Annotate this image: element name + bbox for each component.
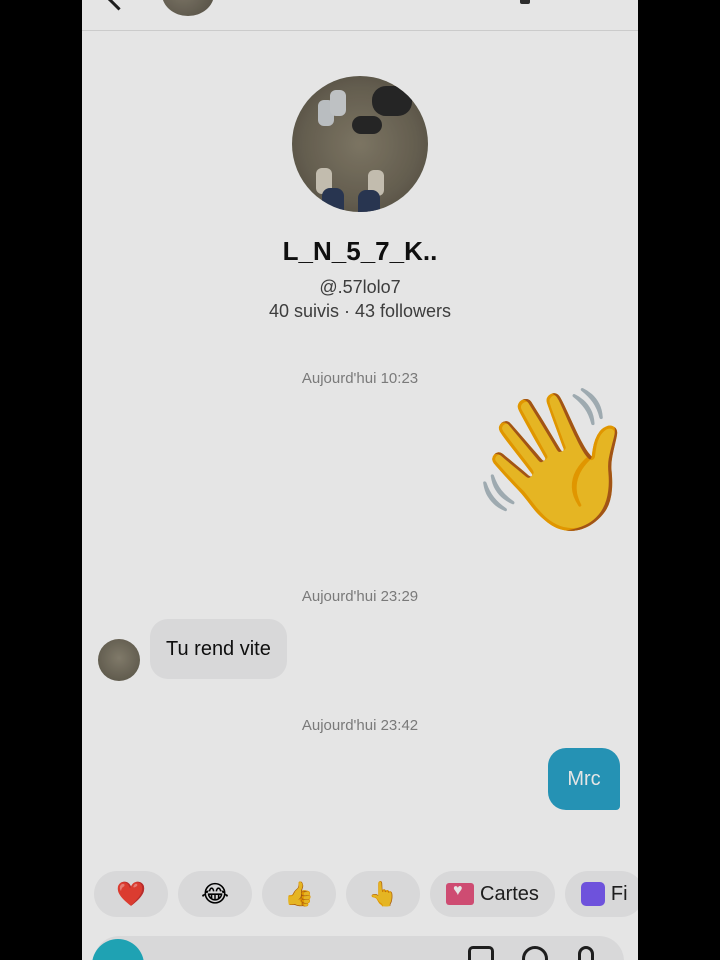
received-message-bubble[interactable]: Tu rend vite xyxy=(150,619,287,679)
cards-label: Cartes xyxy=(480,882,539,905)
back-arrow-icon[interactable] xyxy=(106,0,131,11)
message-timestamp: Aujourd'hui 23:42 xyxy=(301,717,419,734)
chat-screen: L_N_5_7_K.. @.57lolo7 40 suivis · 43 fol… xyxy=(82,0,638,960)
profile-stats: 40 suivis · 43 followers xyxy=(268,301,452,321)
film-label: Fi xyxy=(610,882,628,905)
chat-header xyxy=(82,0,638,31)
sender-avatar[interactable] xyxy=(98,639,140,681)
reaction-laugh-button[interactable]: 😂 xyxy=(178,871,252,917)
quick-reaction-bar: ❤️ 😂 👍 👆 Cartes Fi xyxy=(94,871,638,917)
reaction-thumbs-up-button[interactable]: 👍 xyxy=(262,871,336,917)
card-icon xyxy=(446,882,474,905)
header-avatar[interactable] xyxy=(162,0,214,16)
message-timestamp: Aujourd'hui 23:29 xyxy=(301,588,419,605)
reaction-heart-button[interactable]: ❤️ xyxy=(94,871,168,917)
cards-button[interactable]: Cartes xyxy=(430,871,555,917)
film-button[interactable]: Fi xyxy=(564,871,638,917)
profile-avatar[interactable] xyxy=(292,76,428,212)
profile-name: L_N_5_7_K.. xyxy=(282,236,438,266)
mic-icon[interactable] xyxy=(578,946,594,960)
film-icon xyxy=(580,882,605,906)
reaction-point-up-button[interactable]: 👆 xyxy=(346,871,420,917)
profile-handle: @.57lolo7 xyxy=(319,277,401,297)
image-icon[interactable] xyxy=(468,946,494,960)
header-action-icon[interactable] xyxy=(520,0,530,4)
sent-message-bubble[interactable]: Mrc xyxy=(548,748,620,810)
sent-wave-sticker[interactable]: 👋 xyxy=(468,392,638,530)
